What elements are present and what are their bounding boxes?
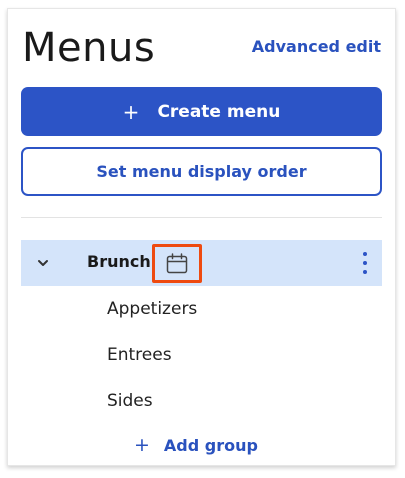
chevron-down-icon[interactable] bbox=[35, 255, 51, 271]
menu-item-brunch[interactable]: Brunch bbox=[21, 240, 382, 286]
menu-name: Brunch bbox=[87, 252, 151, 271]
group-item-appetizers[interactable]: Appetizers bbox=[107, 299, 197, 319]
group-item-entrees[interactable]: Entrees bbox=[107, 345, 172, 365]
add-group-label: Add group bbox=[163, 435, 258, 455]
menus-panel: Menus Advanced edit + Create menu Set me… bbox=[7, 8, 396, 466]
page-title: Menus bbox=[22, 25, 156, 71]
calendar-icon-highlight[interactable] bbox=[152, 244, 202, 283]
set-menu-display-order-button[interactable]: Set menu display order bbox=[21, 147, 382, 196]
group-item-sides[interactable]: Sides bbox=[107, 391, 153, 411]
create-menu-label: Create menu bbox=[157, 101, 281, 122]
plus-icon: + bbox=[122, 99, 140, 124]
add-group-button[interactable]: + Add group bbox=[134, 434, 258, 456]
kebab-menu-icon[interactable] bbox=[362, 252, 368, 274]
divider bbox=[21, 217, 382, 218]
calendar-icon[interactable] bbox=[165, 252, 189, 276]
advanced-edit-link[interactable]: Advanced edit bbox=[252, 37, 381, 56]
create-menu-button[interactable]: + Create menu bbox=[21, 87, 382, 136]
plus-icon: + bbox=[134, 434, 150, 456]
